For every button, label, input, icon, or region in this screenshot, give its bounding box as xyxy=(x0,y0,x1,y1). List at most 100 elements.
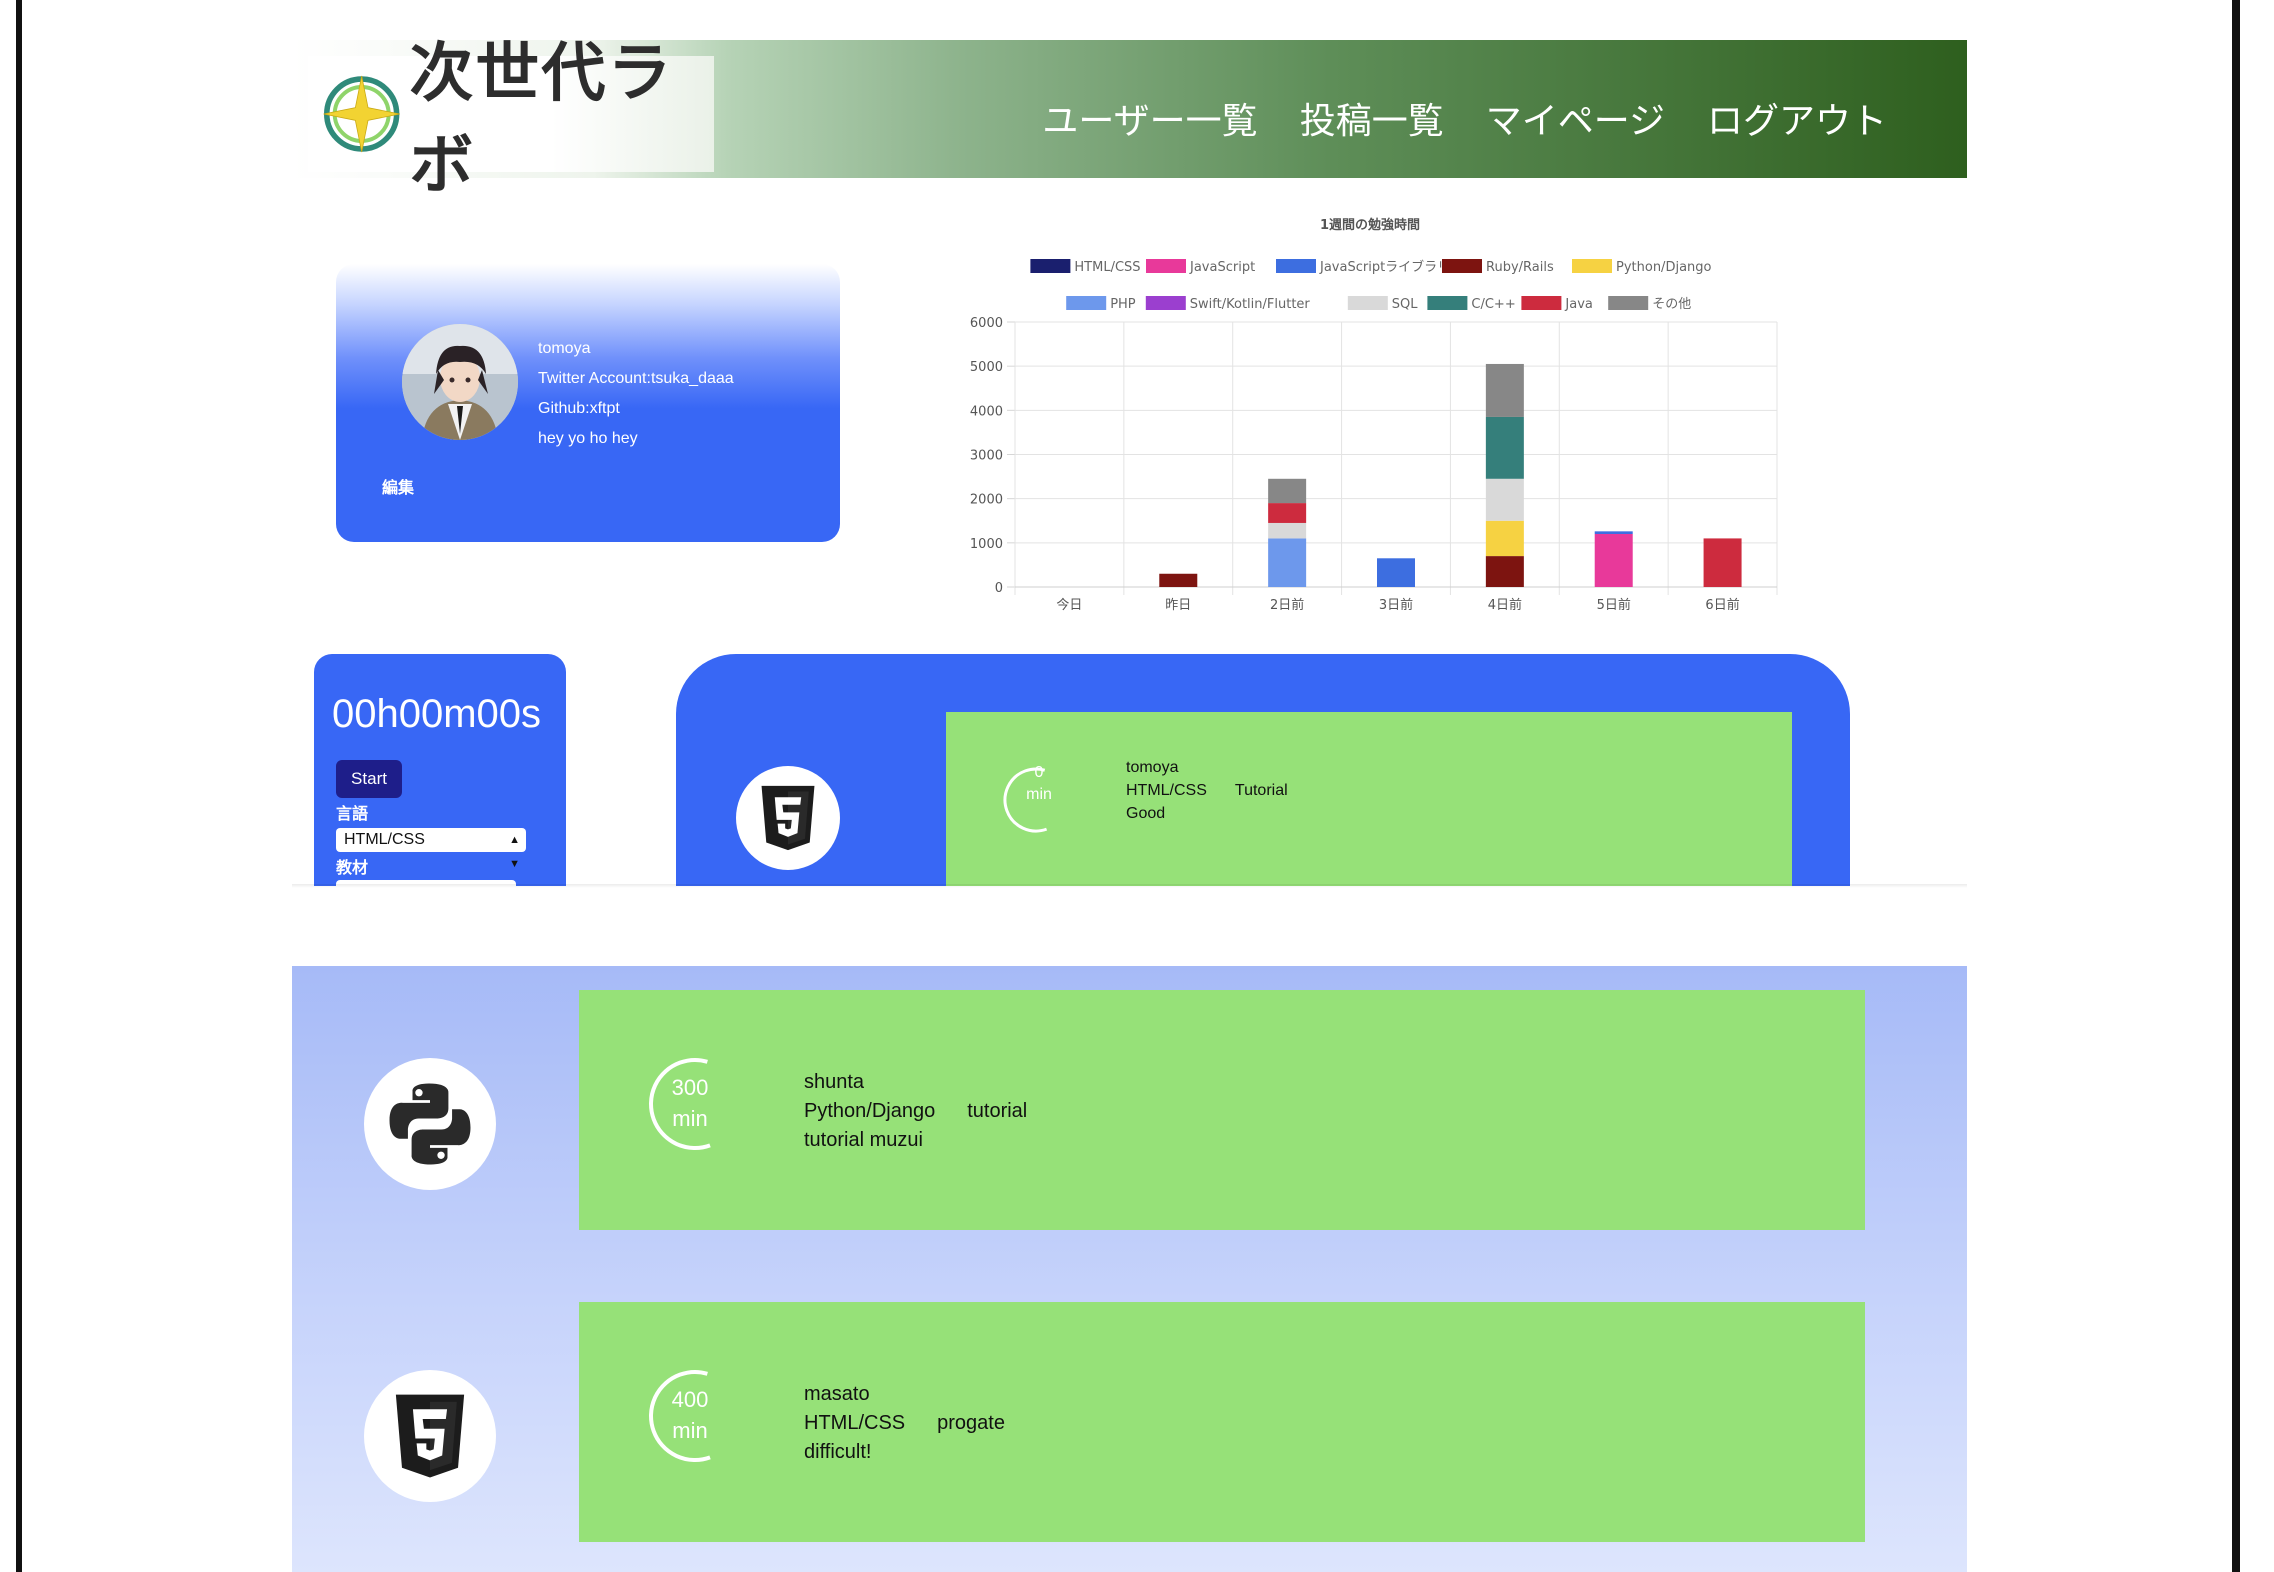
legend-swatch xyxy=(1145,296,1186,310)
bar-segment xyxy=(1268,522,1307,539)
post-material: progate xyxy=(937,1412,1005,1434)
legend-label: Swift/Kotlin/Flutter xyxy=(1190,297,1311,312)
compass-logo-icon xyxy=(323,75,400,153)
bar-segment xyxy=(1268,538,1307,587)
minutes-unit: min xyxy=(672,1106,708,1131)
y-tick-label: 6000 xyxy=(970,316,1003,331)
timer-display: 00h00m00s xyxy=(332,692,542,736)
bar-segment xyxy=(1485,416,1524,479)
legend-swatch xyxy=(1276,259,1316,273)
profile-card: tomoya Twitter Account:tsuka_daaa Github… xyxy=(336,264,840,542)
select-arrows-icon: ▲ ▼ xyxy=(509,834,520,870)
nav-posts[interactable]: 投稿一覧 xyxy=(1300,92,1444,144)
profile-twitter: Twitter Account:tsuka_daaa xyxy=(538,370,734,387)
post-meta: HTML/CSS progate xyxy=(804,1409,1005,1438)
post-user: tomoya xyxy=(1126,759,1179,776)
minutes-value: 400 xyxy=(671,1387,709,1412)
bar-segment xyxy=(1485,363,1524,417)
post-body: 300 min shunta Python/Django tutorial tut… xyxy=(579,990,1865,1230)
post-body: 400 min masato HTML/CSS progate difficult… xyxy=(579,1302,1865,1542)
x-tick-label: 今日 xyxy=(1056,597,1082,613)
legend-swatch xyxy=(1427,296,1468,310)
post-icon-circle xyxy=(736,766,840,870)
legend-label: Ruby/Rails xyxy=(1486,260,1554,275)
x-tick-label: 5日前 xyxy=(1597,597,1631,613)
legend-label: JavaScriptライブラリ xyxy=(1319,259,1450,275)
post-text: shunta Python/Django tutorial tutorial mu… xyxy=(804,1068,1027,1155)
site-logo[interactable]: 次世代ラボ xyxy=(308,37,714,203)
x-tick-label: 4日前 xyxy=(1488,597,1522,613)
edit-profile-link[interactable]: 編集 xyxy=(382,474,414,498)
timer-card: 00h00m00s Start 言語 HTML/CSS ▲ ▼ 教材 xyxy=(314,654,566,886)
language-select[interactable]: HTML/CSS ▲ ▼ xyxy=(336,828,526,870)
python-icon xyxy=(389,1083,471,1165)
language-select-value: HTML/CSS xyxy=(344,831,425,848)
x-tick-label: 2日前 xyxy=(1270,597,1304,613)
y-tick-label: 0 xyxy=(995,581,1003,596)
latest-post-card: 0 min tomoya HTML/CSS Tutorial Good xyxy=(676,654,1850,886)
legend-label: Java xyxy=(1564,297,1592,312)
legend-label: JavaScript xyxy=(1189,260,1255,275)
y-tick-label: 1000 xyxy=(970,537,1003,552)
post-meta: Python/Django tutorial xyxy=(804,1097,1027,1126)
chart-title: 1週間の勉強時間 xyxy=(1320,217,1420,233)
post-user: shunta xyxy=(804,1071,865,1093)
profile-bio: hey yo ho hey xyxy=(538,430,638,447)
post-material: tutorial xyxy=(967,1100,1028,1122)
progress-value: 300 min xyxy=(649,1072,731,1134)
posts-section: 300 min shunta Python/Django tutorial tut… xyxy=(292,966,1967,1572)
progress-value: 400 min xyxy=(649,1384,731,1446)
bar-segment xyxy=(1594,534,1633,587)
site-header: 次世代ラボ ユーザー一覧 投稿一覧 マイページ ログアウト xyxy=(292,37,1967,203)
post-body: 0 min tomoya HTML/CSS Tutorial Good xyxy=(946,712,1792,886)
bar-segment xyxy=(1268,503,1307,523)
nav-mypage[interactable]: マイページ xyxy=(1486,92,1665,144)
logo-text: 次世代ラボ xyxy=(409,37,674,203)
section-divider xyxy=(292,884,1967,888)
post-language: HTML/CSS xyxy=(1126,782,1207,799)
language-label: 言語 xyxy=(336,804,369,823)
minutes-unit: min xyxy=(1026,786,1052,803)
window-frame-left xyxy=(16,0,22,1572)
y-tick-label: 5000 xyxy=(970,360,1003,375)
legend-swatch xyxy=(1572,259,1612,273)
weekly-study-chart: 1週間の勉強時間 HTML/CSS JavaScript JavaScriptライブラ… xyxy=(970,217,1778,613)
legend-label: SQL xyxy=(1392,297,1418,312)
post-meta: HTML/CSS Tutorial xyxy=(1126,779,1288,802)
post-comment: difficult! xyxy=(804,1441,872,1463)
minutes-value: 300 xyxy=(671,1075,709,1100)
legend-label: PHP xyxy=(1110,297,1136,312)
avatar xyxy=(402,324,518,440)
y-tick-label: 3000 xyxy=(970,449,1003,464)
minutes-unit: min xyxy=(672,1418,708,1443)
bar-segment xyxy=(1159,573,1198,587)
y-tick-label: 4000 xyxy=(970,404,1003,419)
bar-segment xyxy=(1268,478,1307,504)
avatar-illustration xyxy=(402,324,518,440)
post-comment: tutorial muzui xyxy=(804,1129,923,1151)
legend-label: Python/Django xyxy=(1616,260,1712,275)
nav-users[interactable]: ユーザー一覧 xyxy=(1042,92,1257,144)
post-icon-circle xyxy=(364,1370,496,1502)
bar-segment xyxy=(1594,531,1633,534)
bar-segment xyxy=(1485,556,1524,587)
post-text: masato HTML/CSS progate difficult! xyxy=(804,1380,1005,1467)
bar-segment xyxy=(1703,538,1742,587)
material-label: 教材 xyxy=(336,858,369,877)
progress-value: 0 min xyxy=(1004,762,1074,806)
profile-info: tomoya Twitter Account:tsuka_daaa Github… xyxy=(538,334,734,454)
post-icon-circle xyxy=(364,1058,496,1190)
post-user: masato xyxy=(804,1383,870,1405)
legend-swatch xyxy=(1030,259,1071,273)
post-text: tomoya HTML/CSS Tutorial Good xyxy=(1126,756,1288,825)
post-comment: Good xyxy=(1126,805,1166,822)
minutes-value: 0 xyxy=(1034,764,1044,781)
start-button[interactable]: Start xyxy=(336,760,402,798)
x-tick-label: 3日前 xyxy=(1379,597,1413,613)
legend-swatch xyxy=(1066,296,1107,310)
html5-icon xyxy=(761,785,815,851)
legend-swatch xyxy=(1521,296,1562,310)
html5-icon xyxy=(395,1394,465,1478)
nav-logout[interactable]: ログアウト xyxy=(1707,92,1887,144)
x-tick-label: 6日前 xyxy=(1705,597,1739,613)
